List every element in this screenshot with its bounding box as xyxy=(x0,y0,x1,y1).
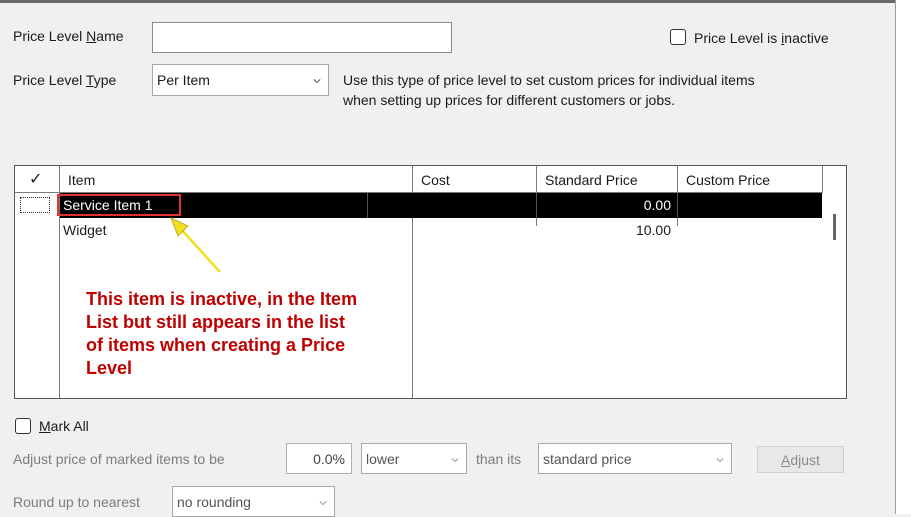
label-accelerator: A xyxy=(781,452,791,468)
price-level-name-input[interactable] xyxy=(152,22,452,53)
adjust-button[interactable]: Adjust xyxy=(757,446,844,473)
price-level-type-label: Price Level Type xyxy=(13,72,116,88)
adjust-direction-dropdown[interactable]: lower xyxy=(361,443,467,474)
label-text: Price Level xyxy=(13,28,87,44)
than-its-label: than its xyxy=(476,451,522,467)
annotation-line: This item is inactive, in the Item xyxy=(86,289,358,309)
standard-price-cell: 10.00 xyxy=(635,222,671,238)
label-accelerator: N xyxy=(86,28,97,44)
round-up-label: Round up to nearest xyxy=(13,494,140,510)
adjust-percent-input[interactable]: 0.0% xyxy=(286,443,352,474)
price-level-inactive-checkbox[interactable] xyxy=(670,29,686,45)
annotation-callout: This item is inactive, in the Item List … xyxy=(86,288,416,380)
label-accelerator: M xyxy=(39,418,51,434)
column-header-item[interactable]: Item xyxy=(60,166,413,192)
adjust-direction-value: lower xyxy=(366,451,400,467)
cost-cell[interactable] xyxy=(413,193,537,218)
price-level-name-label: Price Level Name xyxy=(13,28,124,44)
cost-cell[interactable] xyxy=(413,218,537,243)
price-level-type-value: Per Item xyxy=(157,72,210,88)
custom-price-cell[interactable] xyxy=(678,218,822,243)
mark-all-checkbox[interactable] xyxy=(15,418,31,434)
item-cell: Widget xyxy=(63,222,107,238)
annotation-line: Level xyxy=(86,358,133,378)
custom-price-cell[interactable] xyxy=(678,193,822,218)
standard-price-cell: 0.00 xyxy=(643,197,671,213)
label-text: ame xyxy=(96,28,124,44)
vertical-scrollbar[interactable] xyxy=(822,193,846,398)
annotation-arrow-icon xyxy=(170,217,221,273)
label-text: nactive xyxy=(784,30,829,46)
label-text: Price Level xyxy=(13,72,86,88)
chevron-down-icon xyxy=(716,458,724,463)
annotation-line: List but still appears in the list xyxy=(86,312,346,332)
price-level-type-dropdown[interactable]: Per Item xyxy=(152,64,329,96)
type-description-line1: Use this type of price level to set cust… xyxy=(343,72,755,88)
scrollbar-thumb[interactable] xyxy=(833,214,836,240)
price-level-inactive-label: Price Level is inactive xyxy=(694,30,829,46)
chevron-down-icon xyxy=(313,79,321,84)
mark-all-label: Mark All xyxy=(39,418,89,434)
column-divider xyxy=(677,193,678,218)
rounding-dropdown[interactable]: no rounding xyxy=(172,486,335,517)
label-text: ark All xyxy=(50,418,89,434)
label-accelerator: T xyxy=(85,72,94,88)
column-divider xyxy=(367,193,368,218)
rounding-value: no rounding xyxy=(177,494,251,510)
right-edge-strip xyxy=(895,0,911,514)
column-divider xyxy=(536,193,537,218)
annotation-line: of items when creating a Price xyxy=(86,335,346,355)
column-header-custom-price[interactable]: Custom Price xyxy=(678,166,822,192)
column-header-standard-price[interactable]: Standard Price xyxy=(537,166,678,192)
label-text: ype xyxy=(93,72,117,88)
column-header-cost[interactable]: Cost xyxy=(413,166,537,192)
adjust-price-label: Adjust price of marked items to be xyxy=(13,451,225,467)
row-check-cell[interactable] xyxy=(20,197,50,213)
adjust-basis-dropdown[interactable]: standard price xyxy=(538,443,732,474)
check-column-header[interactable]: ✓ xyxy=(15,166,60,192)
adjust-percent-value: 0.0% xyxy=(313,451,345,467)
chevron-down-icon xyxy=(451,458,459,463)
chevron-down-icon xyxy=(319,501,327,506)
type-description-line2: when setting up prices for different cus… xyxy=(343,92,676,108)
label-text: Price Level is xyxy=(694,30,782,46)
label-text: djust xyxy=(790,452,820,468)
window-top-border xyxy=(0,0,895,3)
column-divider xyxy=(822,166,823,193)
adjust-basis-value: standard price xyxy=(543,451,632,467)
